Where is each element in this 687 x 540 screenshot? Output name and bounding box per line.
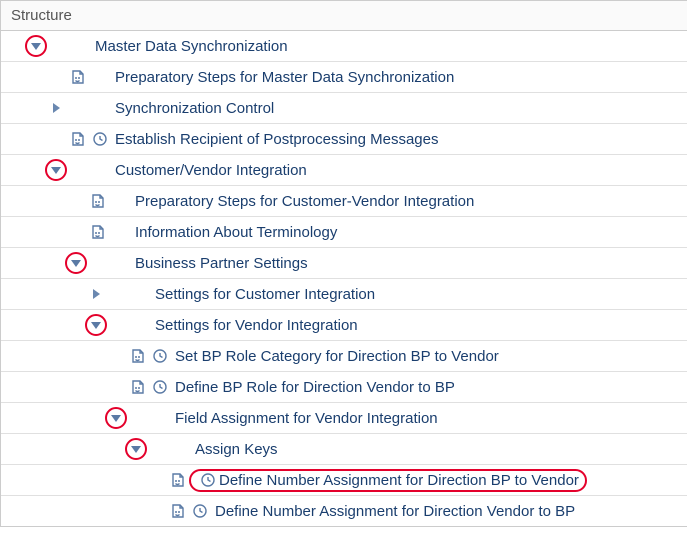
- tree-item-label[interactable]: Establish Recipient of Postprocessing Me…: [111, 131, 439, 148]
- activity-icon: [89, 131, 111, 147]
- tree-row[interactable]: Synchronization Control: [1, 93, 687, 124]
- activity-icon: [189, 503, 211, 519]
- highlight-ring: [125, 438, 147, 460]
- tree-view: Master Data Synchronization Preparatory S…: [1, 31, 687, 526]
- activity-icon: [197, 472, 219, 488]
- highlighted-item: Define Number Assignment for Direction B…: [189, 469, 587, 492]
- tree-item-label[interactable]: Field Assignment for Vendor Integration: [171, 410, 438, 427]
- tree-item-label[interactable]: Preparatory Steps for Master Data Synchr…: [111, 69, 454, 86]
- tree-item-label[interactable]: Define Number Assignment for Direction V…: [211, 503, 575, 520]
- chevron-down-icon[interactable]: [88, 317, 104, 333]
- tree-item-label[interactable]: Assign Keys: [191, 441, 278, 458]
- tree-item-label[interactable]: Settings for Vendor Integration: [151, 317, 358, 334]
- tree-row[interactable]: Settings for Vendor Integration: [1, 310, 687, 341]
- tree-row[interactable]: Business Partner Settings: [1, 248, 687, 279]
- tree-item-label[interactable]: Preparatory Steps for Customer-Vendor In…: [131, 193, 474, 210]
- tree-row[interactable]: Assign Keys: [1, 434, 687, 465]
- tree-row[interactable]: Define Number Assignment for Direction B…: [1, 465, 687, 496]
- tree-row[interactable]: Define BP Role for Direction Vendor to B…: [1, 372, 687, 403]
- panel-header: Structure: [1, 1, 687, 31]
- highlight-ring: [25, 35, 47, 57]
- tree-row[interactable]: Preparatory Steps for Master Data Synchr…: [1, 62, 687, 93]
- document-icon: [67, 69, 89, 85]
- tree-row[interactable]: Settings for Customer Integration: [1, 279, 687, 310]
- document-icon: [127, 348, 149, 364]
- tree-item-label[interactable]: Customer/Vendor Integration: [111, 162, 307, 179]
- document-icon: [67, 131, 89, 147]
- highlight-ring: [65, 252, 87, 274]
- chevron-down-icon[interactable]: [108, 410, 124, 426]
- tree-item-label[interactable]: Synchronization Control: [111, 100, 274, 117]
- tree-row[interactable]: Customer/Vendor Integration: [1, 155, 687, 186]
- tree-row[interactable]: Establish Recipient of Postprocessing Me…: [1, 124, 687, 155]
- tree-item-label[interactable]: Set BP Role Category for Direction BP to…: [171, 348, 499, 365]
- tree-row[interactable]: Set BP Role Category for Direction BP to…: [1, 341, 687, 372]
- structure-panel: Structure Master Data Synchronization Pre…: [0, 0, 687, 527]
- tree-item-label[interactable]: Define BP Role for Direction Vendor to B…: [171, 379, 455, 396]
- chevron-down-icon[interactable]: [28, 38, 44, 54]
- tree-item-label[interactable]: Define Number Assignment for Direction B…: [219, 472, 579, 489]
- highlight-ring: [45, 159, 67, 181]
- chevron-right-icon[interactable]: [48, 100, 64, 116]
- tree-row[interactable]: Field Assignment for Vendor Integration: [1, 403, 687, 434]
- document-icon: [167, 503, 189, 519]
- tree-row[interactable]: Preparatory Steps for Customer-Vendor In…: [1, 186, 687, 217]
- tree-item-label[interactable]: Master Data Synchronization: [91, 38, 288, 55]
- document-icon: [127, 379, 149, 395]
- tree-row[interactable]: Define Number Assignment for Direction V…: [1, 496, 687, 526]
- tree-item-label[interactable]: Settings for Customer Integration: [151, 286, 375, 303]
- activity-icon: [149, 348, 171, 364]
- tree-item-label[interactable]: Business Partner Settings: [131, 255, 308, 272]
- highlight-ring: [105, 407, 127, 429]
- tree-item-label[interactable]: Information About Terminology: [131, 224, 337, 241]
- tree-row[interactable]: Master Data Synchronization: [1, 31, 687, 62]
- chevron-right-icon[interactable]: [88, 286, 104, 302]
- document-icon: [87, 193, 109, 209]
- highlight-ring: [85, 314, 107, 336]
- document-icon: [167, 472, 189, 488]
- tree-row[interactable]: Information About Terminology: [1, 217, 687, 248]
- chevron-down-icon[interactable]: [48, 162, 64, 178]
- activity-icon: [149, 379, 171, 395]
- chevron-down-icon[interactable]: [68, 255, 84, 271]
- chevron-down-icon[interactable]: [128, 441, 144, 457]
- document-icon: [87, 224, 109, 240]
